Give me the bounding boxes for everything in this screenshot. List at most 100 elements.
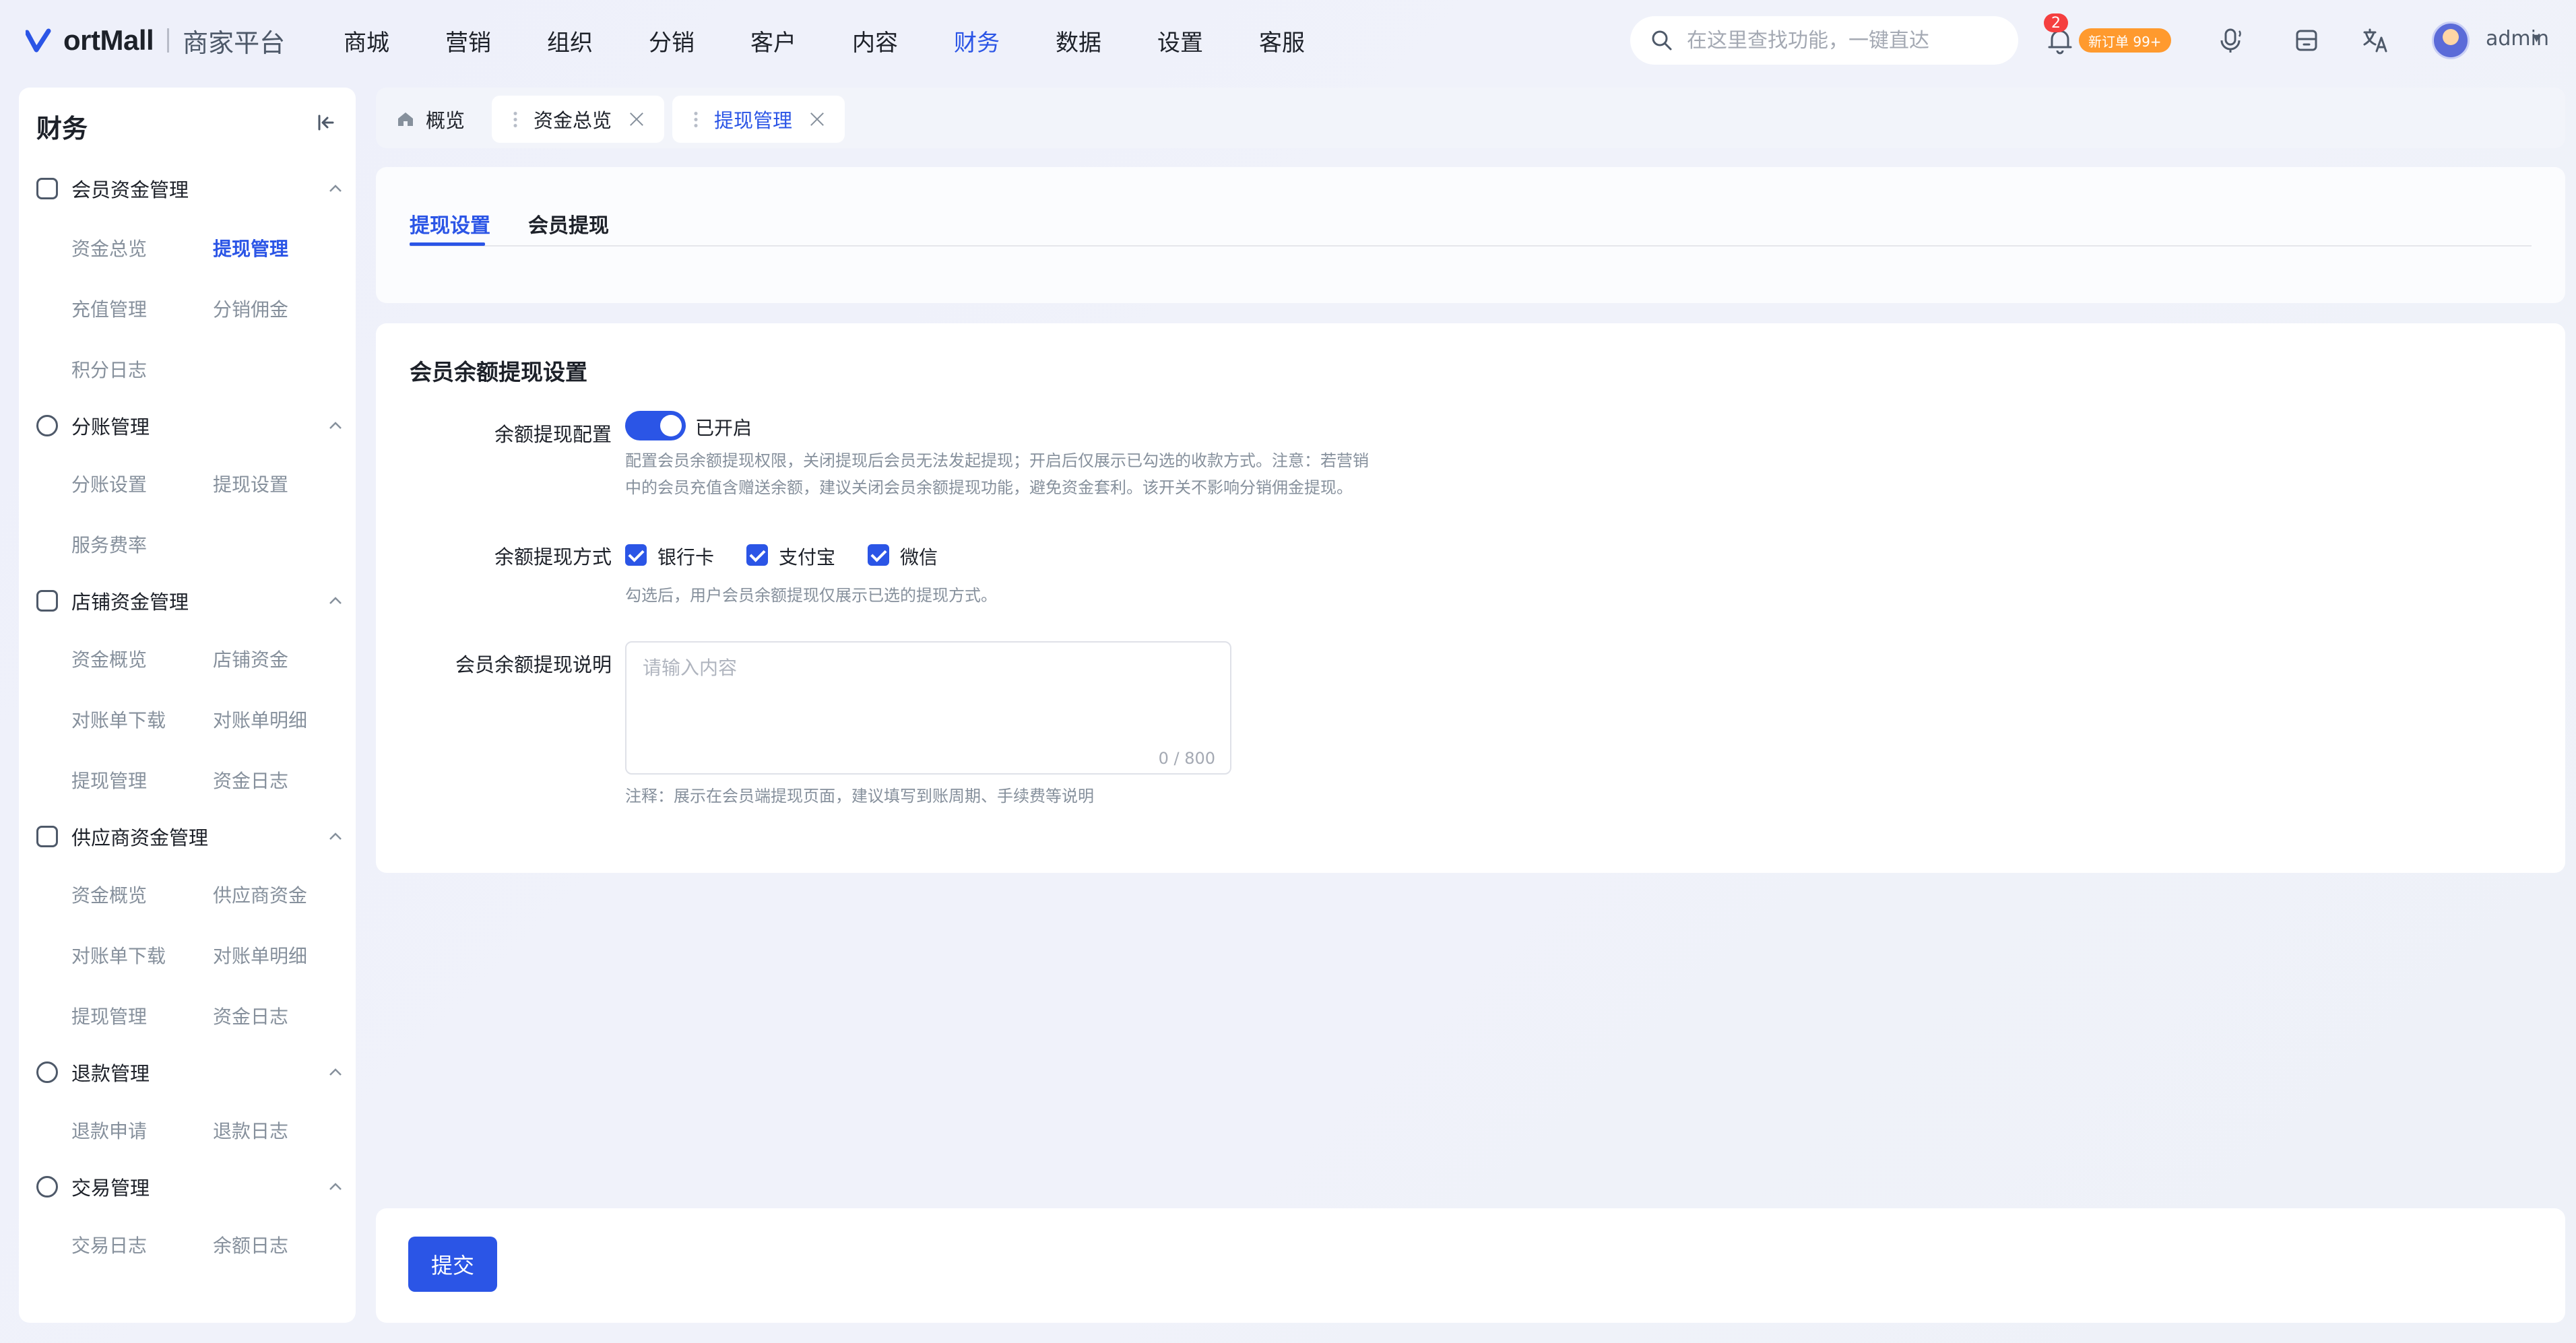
collapse-sidebar-icon[interactable]: [313, 109, 340, 136]
sidebar-group-member-funds[interactable]: 会员资金管理: [36, 174, 344, 203]
topnav-item-content[interactable]: 内容: [852, 24, 898, 57]
chevron-up-icon[interactable]: [327, 181, 344, 197]
sidebar-item-transaction-log[interactable]: 交易日志: [71, 1231, 147, 1258]
tab-label: 概览: [426, 109, 465, 132]
sidebar-group-store-funds[interactable]: 店铺资金管理: [36, 586, 344, 616]
sidebar-item-supplier-withdraw[interactable]: 提现管理: [71, 1002, 147, 1029]
voice-assistant-icon[interactable]: [2218, 26, 2245, 55]
tab-withdraw-manage[interactable]: 提现管理: [672, 96, 845, 143]
search-input[interactable]: [1687, 28, 1997, 53]
sidebar-item-refund-log[interactable]: 退款日志: [213, 1117, 288, 1144]
balance-withdraw-config-label: 余额提现配置: [494, 423, 612, 446]
withdraw-description-note: 注释：展示在会员端提现页面，建议填写到账周期、手续费等说明: [625, 787, 1094, 806]
topnav-item-data[interactable]: 数据: [1056, 24, 1101, 57]
sidebar-group-refund[interactable]: 退款管理: [36, 1057, 344, 1087]
sidebar-item-balance-log[interactable]: 余额日志: [213, 1231, 288, 1258]
subtab-active-indicator: [410, 242, 485, 246]
sidebar-item-refund-apply[interactable]: 退款申请: [71, 1117, 147, 1144]
page-tabs-bar: 概览 资金总览 提现管理: [376, 88, 2565, 148]
sidebar-item-supplier-funds[interactable]: 供应商资金: [213, 881, 307, 908]
tab-label: 资金总览: [534, 109, 612, 132]
sidebar-item-withdraw-settings[interactable]: 提现设置: [213, 470, 288, 497]
sidebar-item-split-settings[interactable]: 分账设置: [71, 470, 147, 497]
search-icon: [1650, 29, 1673, 52]
drag-handle-icon[interactable]: [693, 110, 699, 128]
sidebar-item-withdraw-manage[interactable]: 提现管理: [213, 234, 288, 261]
new-order-badge[interactable]: 新订单 99+: [2079, 28, 2171, 53]
store-icon[interactable]: [2293, 26, 2320, 55]
chevron-up-icon[interactable]: [327, 1179, 344, 1195]
brand-subtitle: 商家平台: [183, 28, 286, 58]
checkbox-wechat[interactable]: [868, 544, 889, 566]
sidebar-item-store-fund-log[interactable]: 资金日志: [213, 766, 288, 793]
toggle-hint-line-2: 中的会员充值含赠送余额，建议关闭会员余额提现功能，避免资金套利。该开关不影响分销…: [625, 478, 1353, 497]
checkbox-bank-card[interactable]: [625, 544, 647, 566]
close-icon[interactable]: [810, 112, 825, 127]
subtab-member-withdraw[interactable]: 会员提现: [528, 209, 609, 238]
submit-button[interactable]: 提交: [408, 1237, 497, 1292]
topnav-item-mall[interactable]: 商城: [344, 24, 389, 57]
topnav-item-service[interactable]: 客服: [1259, 24, 1305, 57]
tab-overview[interactable]: 概览: [376, 96, 485, 143]
subtab-withdraw-settings[interactable]: 提现设置: [410, 209, 490, 238]
sidebar-title: 财务: [36, 114, 88, 143]
sidebar-item-store-statement-download[interactable]: 对账单下载: [71, 706, 166, 733]
withdraw-settings-form: 会员余额提现设置 余额提现配置 已开启 配置会员余额提现权限，关闭提现后会员无法…: [376, 323, 2565, 873]
sidebar-item-store-fund-overview[interactable]: 资金概览: [71, 645, 147, 672]
topnav-item-organization[interactable]: 组织: [547, 24, 593, 57]
shield-yen-icon: [36, 178, 58, 199]
sidebar-item-supplier-statement-download[interactable]: 对账单下载: [71, 942, 166, 969]
sidebar-group-split[interactable]: 分账管理: [36, 411, 344, 440]
chevron-up-icon[interactable]: [327, 828, 344, 845]
char-counter: 0 / 800: [1158, 749, 1215, 768]
topnav-item-distribution[interactable]: 分销: [649, 24, 695, 57]
user-avatar[interactable]: [2432, 22, 2470, 59]
sidebar-item-service-rate[interactable]: 服务费率: [71, 531, 147, 558]
brand-name: ortMall: [63, 24, 154, 56]
checkbox-label-wechat: 微信: [900, 546, 938, 568]
tab-fund-overview[interactable]: 资金总览: [492, 96, 665, 143]
balance-withdraw-toggle[interactable]: [625, 411, 686, 440]
topnav-item-finance[interactable]: 财务: [954, 24, 1000, 57]
withdraw-description-field[interactable]: 0 / 800: [625, 641, 1231, 775]
transaction-icon: [36, 1176, 58, 1198]
translate-icon[interactable]: [2362, 26, 2389, 55]
chevron-up-icon[interactable]: [327, 1064, 344, 1080]
sidebar-item-supplier-fund-overview[interactable]: 资金概览: [71, 881, 147, 908]
sidebar-item-supplier-statement-detail[interactable]: 对账单明细: [213, 942, 307, 969]
sidebar-group-supplier-funds[interactable]: 供应商资金管理: [36, 822, 344, 851]
checkbox-alipay[interactable]: [746, 544, 768, 566]
topnav-item-customer[interactable]: 客户: [750, 24, 796, 57]
form-footer: 提交: [376, 1208, 2565, 1323]
sidebar-item-recharge-manage[interactable]: 充值管理: [71, 295, 147, 322]
app-logo[interactable]: ortMall 商家平台: [24, 22, 286, 59]
sidebar-group-transaction[interactable]: 交易管理: [36, 1172, 344, 1202]
sidebar-item-store-funds[interactable]: 店铺资金: [213, 645, 288, 672]
sidebar-group-label: 分账管理: [71, 416, 150, 438]
topnav-item-settings[interactable]: 设置: [1157, 24, 1203, 57]
refund-icon: [36, 1061, 58, 1083]
sub-tabs-card: 提现设置 会员提现: [376, 167, 2565, 303]
sidebar-item-commission[interactable]: 分销佣金: [213, 295, 288, 322]
sidebar-item-store-withdraw[interactable]: 提现管理: [71, 766, 147, 793]
notification-badge: 2: [2044, 13, 2068, 32]
topnav-item-marketing[interactable]: 营销: [445, 24, 491, 57]
sidebar-item-points-log[interactable]: 积分日志: [71, 356, 147, 383]
sidebar-group-label: 退款管理: [71, 1062, 150, 1085]
search-box[interactable]: [1630, 16, 2018, 65]
sidebar-item-supplier-fund-log[interactable]: 资金日志: [213, 1002, 288, 1029]
drag-handle-icon[interactable]: [512, 110, 519, 128]
chevron-up-icon[interactable]: [327, 418, 344, 434]
chevron-down-icon[interactable]: ▾: [2533, 30, 2540, 46]
sidebar-item-store-statement-detail[interactable]: 对账单明细: [213, 706, 307, 733]
subtab-divider: [410, 245, 2532, 247]
sidebar-group-label: 交易管理: [71, 1177, 150, 1200]
sidebar: 财务 会员资金管理 资金总览 提现管理 充值管理 分销佣金 积分日志 分账管理 …: [19, 88, 356, 1323]
sidebar-item-fund-overview[interactable]: 资金总览: [71, 234, 147, 261]
withdraw-description-textarea[interactable]: [626, 643, 1230, 773]
chevron-up-icon[interactable]: [327, 593, 344, 609]
home-icon: [396, 110, 415, 129]
withdraw-method-label: 余额提现方式: [494, 546, 612, 568]
toggle-hint-line-1: 配置会员余额提现权限，关闭提现后会员无法发起提现；开启后仅展示已勾选的收款方式。…: [625, 451, 1369, 470]
close-icon[interactable]: [629, 112, 644, 127]
